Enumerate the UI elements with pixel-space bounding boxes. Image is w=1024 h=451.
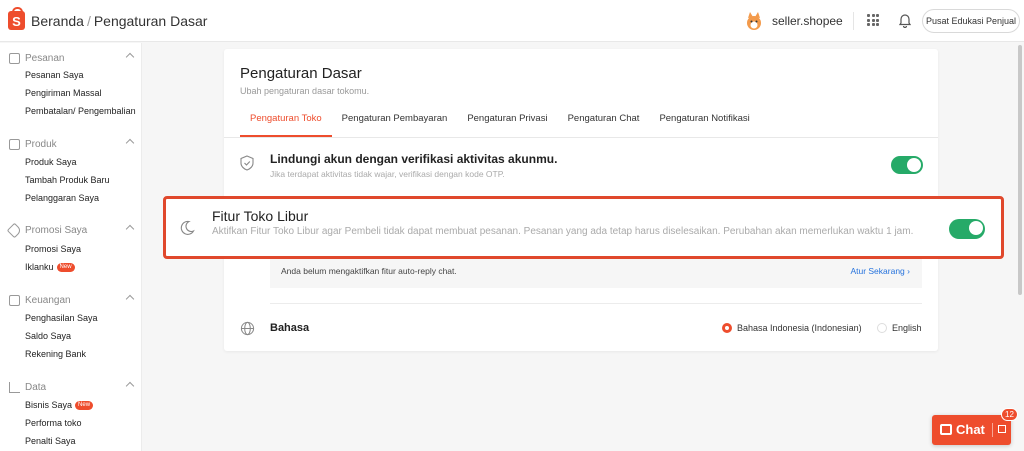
chat-label: Chat (956, 422, 985, 437)
expand-icon (998, 425, 1006, 433)
shop-avatar-icon[interactable] (744, 11, 764, 31)
chat-divider (992, 423, 993, 437)
top-bar: S Beranda / Pengaturan Dasar seller.shopee… (0, 0, 1024, 42)
radio-indonesian-label[interactable]: Bahasa Indonesia (Indonesian) (737, 323, 862, 333)
sidebar-item-shop-performance[interactable]: Performa toko (25, 418, 82, 428)
sidebar-item-my-promotions[interactable]: Promosi Saya (25, 244, 81, 254)
sidebar-item-income[interactable]: Penghasilan Saya (25, 313, 98, 323)
chevron-up-icon (125, 381, 135, 391)
sidebar-item-penalties[interactable]: Penalti Saya (25, 436, 76, 446)
new-badge: New (75, 401, 94, 411)
radio-english-label[interactable]: English (892, 323, 922, 333)
language-title: Bahasa (270, 322, 310, 334)
chevron-up-icon (125, 224, 135, 234)
radio-english[interactable] (877, 323, 887, 333)
new-badge: New (56, 263, 75, 273)
chevron-right-icon: › (907, 266, 910, 276)
sidebar-section-finance[interactable]: Keuangan (9, 294, 135, 306)
tag-icon (6, 222, 23, 239)
sidebar-section-data[interactable]: Data (9, 381, 135, 393)
sidebar-section-label: Data (25, 382, 47, 393)
sidebar-section-orders[interactable]: Pesanan (9, 52, 135, 64)
autoreply-link-label: Atur Sekarang (850, 266, 905, 276)
header-divider (853, 12, 854, 30)
sidebar: Pesanan Pesanan Saya Pengiriman Massal P… (0, 43, 142, 451)
clipboard-icon (9, 53, 20, 64)
sidebar-item-bank-account[interactable]: Rekening Bank (25, 349, 86, 359)
sidebar-section-label: Pesanan (25, 53, 65, 64)
sidebar-item-label: Iklanku (25, 262, 54, 272)
sidebar-item-ads[interactable]: Iklanku New (25, 262, 75, 273)
sidebar-item-mass-shipping[interactable]: Pengiriman Massal (25, 88, 102, 98)
autoreply-notice: Anda belum mengaktifkan fitur auto-reply… (270, 255, 922, 288)
tab-privacy-settings[interactable]: Pengaturan Privasi (457, 105, 557, 137)
verify-activity-toggle[interactable] (891, 156, 923, 174)
sidebar-item-add-product[interactable]: Tambah Produk Baru (25, 175, 110, 185)
breadcrumb-separator: / (86, 13, 91, 29)
bell-icon[interactable] (898, 12, 912, 28)
sidebar-item-label: Bisnis Saya (25, 400, 73, 410)
shopee-logo[interactable]: S (8, 7, 25, 30)
page-scrollbar[interactable] (1018, 45, 1022, 295)
wallet-icon (9, 295, 20, 306)
shop-name[interactable]: seller.shopee (772, 14, 843, 28)
sidebar-item-returns[interactable]: Pembatalan/ Pengembalian (25, 106, 136, 116)
chevron-up-icon (125, 294, 135, 304)
holiday-mode-desc: Aktifkan Fitur Toko Libur agar Pembeli t… (212, 226, 914, 237)
breadcrumb-current: Pengaturan Dasar (93, 13, 208, 29)
radio-indonesian[interactable] (722, 323, 732, 333)
moon-icon (180, 220, 195, 235)
page-title: Pengaturan Dasar (240, 65, 362, 82)
apps-grid-icon[interactable] (867, 14, 879, 26)
chevron-up-icon (125, 138, 135, 148)
sidebar-item-violations[interactable]: Pelanggaran Saya (25, 193, 99, 203)
sidebar-item-my-business[interactable]: Bisnis Saya New (25, 400, 94, 411)
sidebar-section-label: Promosi Saya (25, 225, 88, 236)
verify-activity-desc: Jika terdapat aktivitas tidak wajar, ver… (270, 169, 505, 179)
tab-payment-settings[interactable]: Pengaturan Pembayaran (332, 105, 458, 137)
breadcrumb: Beranda / Pengaturan Dasar (31, 13, 207, 29)
chat-button[interactable]: Chat (932, 415, 1011, 445)
globe-icon (240, 321, 255, 336)
tab-shop-settings[interactable]: Pengaturan Toko (240, 105, 332, 137)
chart-icon (9, 382, 20, 393)
page-subtitle: Ubah pengaturan dasar tokomu. (240, 86, 370, 96)
sidebar-item-my-products[interactable]: Produk Saya (25, 157, 77, 167)
autoreply-text: Anda belum mengaktifkan fitur auto-reply… (281, 266, 457, 276)
autoreply-setup-link[interactable]: Atur Sekarang › (850, 266, 910, 276)
sidebar-item-balance[interactable]: Saldo Saya (25, 331, 71, 341)
tab-notification-settings[interactable]: Pengaturan Notifikasi (649, 105, 759, 137)
tab-divider (224, 137, 938, 138)
sidebar-section-promotions[interactable]: Promosi Saya (6, 222, 135, 239)
bag-icon (9, 139, 20, 150)
settings-tabs: Pengaturan Toko Pengaturan Pembayaran Pe… (240, 105, 760, 137)
sidebar-item-my-orders[interactable]: Pesanan Saya (25, 70, 84, 80)
holiday-mode-toggle[interactable] (949, 219, 985, 239)
chat-unread-badge: 12 (1001, 408, 1018, 421)
breadcrumb-home[interactable]: Beranda (31, 13, 84, 29)
chat-icon (940, 424, 952, 435)
sidebar-section-label: Keuangan (25, 295, 71, 306)
chevron-up-icon (125, 52, 135, 62)
holiday-mode-highlight: Fitur Toko Libur Aktifkan Fitur Toko Lib… (163, 196, 1004, 259)
verify-activity-title: Lindungi akun dengan verifikasi aktivita… (270, 152, 558, 166)
shield-icon (240, 155, 254, 171)
seller-education-button[interactable]: Pusat Edukasi Penjual (922, 9, 1020, 33)
sidebar-section-products[interactable]: Produk (9, 138, 135, 150)
holiday-mode-title: Fitur Toko Libur (212, 208, 309, 224)
tab-chat-settings[interactable]: Pengaturan Chat (558, 105, 650, 137)
sidebar-section-label: Produk (25, 139, 57, 150)
row-divider (270, 303, 922, 304)
